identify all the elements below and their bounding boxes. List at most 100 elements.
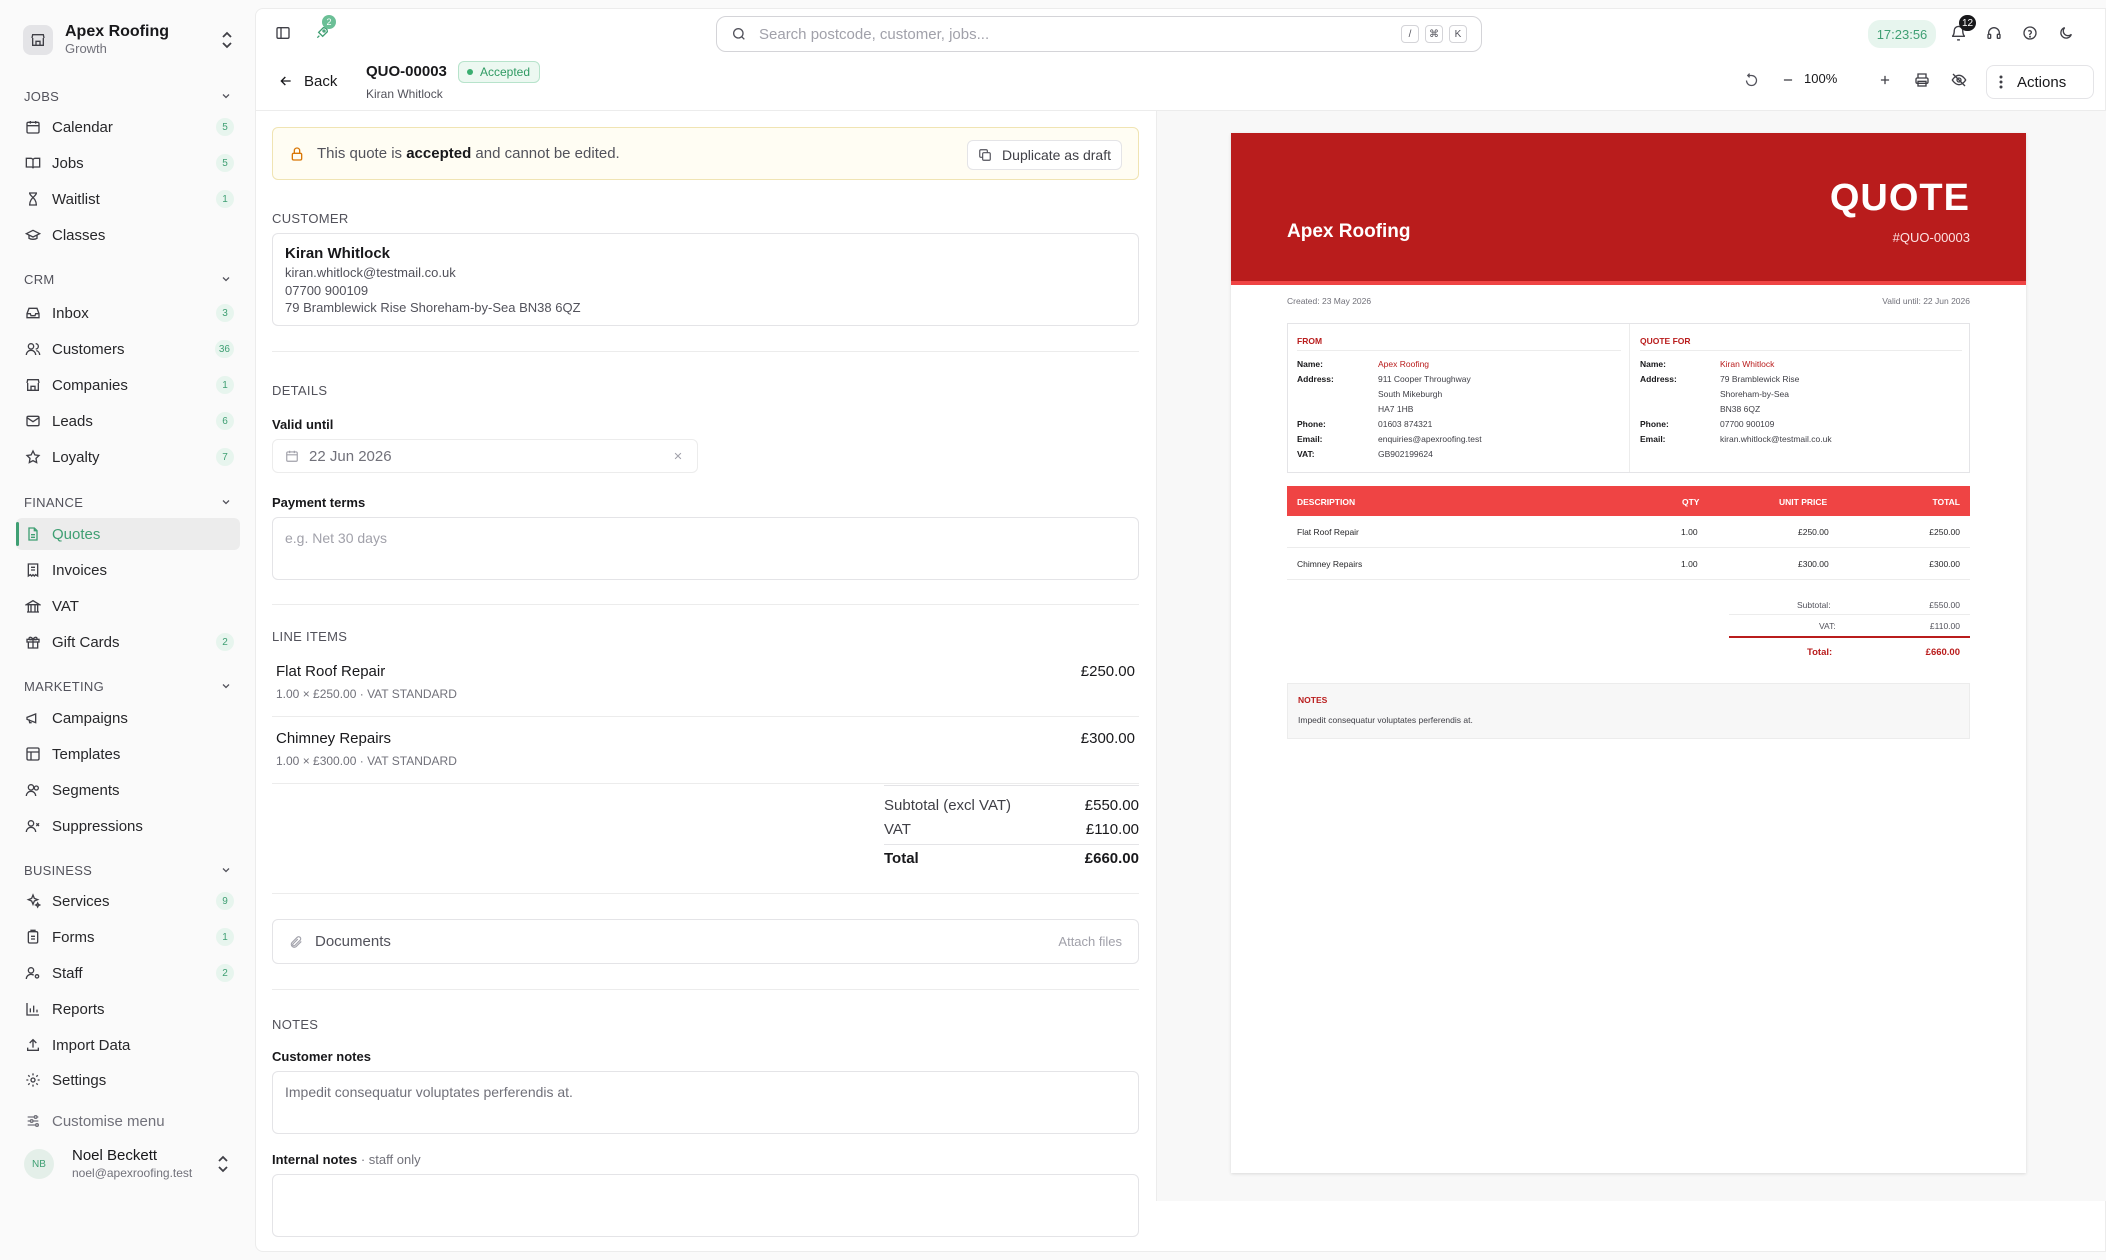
attach-files-link[interactable]: Attach files xyxy=(1058,934,1122,949)
rocket-icon[interactable]: 2 xyxy=(311,15,336,44)
sidebar-item-loyalty[interactable]: Loyalty 7 xyxy=(16,441,240,473)
customer-card[interactable]: Kiran Whitlock kiran.whitlock@testmail.c… xyxy=(272,233,1139,326)
customer-notes-input[interactable]: Impedit consequatur voluptates perferend… xyxy=(272,1071,1139,1134)
kbd-cmd: ⌘ xyxy=(1425,25,1443,43)
count-badge: 9 xyxy=(216,892,234,910)
sidebar-item-suppressions[interactable]: Suppressions xyxy=(16,810,240,842)
count-badge: 7 xyxy=(216,448,234,466)
doc-subtotal-value: £550.00 xyxy=(1929,600,1960,610)
clear-icon[interactable] xyxy=(673,451,683,461)
nav-section-business[interactable]: BUSINESS xyxy=(24,860,232,880)
sidebar-item-classes[interactable]: Classes xyxy=(16,219,240,251)
actions-button[interactable]: Actions xyxy=(1986,65,2094,99)
sidebar-item-templates[interactable]: Templates xyxy=(16,738,240,770)
status-dot xyxy=(467,69,473,75)
landmark-icon xyxy=(24,597,42,615)
sidebar-item-leads[interactable]: Leads 6 xyxy=(16,405,240,437)
subtotal-row: Subtotal (excl VAT) £550.00 xyxy=(884,797,1139,814)
count-badge: 1 xyxy=(216,190,234,208)
divider xyxy=(272,989,1139,990)
back-button[interactable]: Back xyxy=(278,67,337,95)
valid-until-field[interactable]: 22 Jun 2026 xyxy=(272,439,698,473)
doc-notes-title: NOTES xyxy=(1298,695,1328,705)
eye-off-icon[interactable] xyxy=(1948,69,1970,91)
doc-to-name: Name: Kiran Whitlock xyxy=(1640,359,1775,369)
sidebar-item-customers[interactable]: Customers 36 xyxy=(16,333,240,365)
banner-suffix: and cannot be edited. xyxy=(471,145,620,162)
internal-notes-input[interactable] xyxy=(272,1174,1139,1237)
sidebar-item-campaigns[interactable]: Campaigns xyxy=(16,702,240,734)
nav-section-jobs[interactable]: JOBS xyxy=(24,86,232,106)
sidebar-item-invoices[interactable]: Invoices xyxy=(16,554,240,586)
doc-from-title: FROM xyxy=(1297,336,1323,346)
duplicate-as-draft-button[interactable]: Duplicate as draft xyxy=(967,140,1122,170)
divider xyxy=(272,893,1139,894)
count-badge: 1 xyxy=(216,928,234,946)
store-icon xyxy=(24,376,42,394)
calendar-icon xyxy=(24,118,42,136)
divider xyxy=(1729,614,1970,615)
sidebar-item-label: Forms xyxy=(52,928,95,946)
user-group-icon xyxy=(24,781,42,799)
line-item[interactable]: Flat Roof Repair 1.00 × £250.00 · VAT ST… xyxy=(272,651,1139,717)
sidebar-item-services[interactable]: Services 9 xyxy=(16,885,240,917)
nav-section-crm[interactable]: CRM xyxy=(24,269,232,289)
nav-section-marketing[interactable]: MARKETING xyxy=(24,676,232,696)
sidebar-item-calendar[interactable]: Calendar 5 xyxy=(16,111,240,143)
count-badge: 5 xyxy=(216,154,234,172)
rotate-icon[interactable] xyxy=(1740,69,1762,91)
sidebar-item-companies[interactable]: Companies 1 xyxy=(16,369,240,401)
sidebar-item-forms[interactable]: Forms 1 xyxy=(16,921,240,953)
vat-value: £110.00 xyxy=(1085,821,1139,838)
sidebar-toggle-icon[interactable] xyxy=(272,22,294,44)
calendar-icon xyxy=(286,450,298,462)
total-row: Total £660.00 xyxy=(884,850,1139,867)
sidebar-item-waitlist[interactable]: Waitlist 1 xyxy=(16,183,240,215)
headset-icon[interactable] xyxy=(1983,22,2005,44)
sidebar-item-vat[interactable]: VAT xyxy=(16,590,240,622)
printer-icon[interactable] xyxy=(1911,69,1933,91)
vat-row: VAT £110.00 xyxy=(884,821,1139,838)
documents-dropzone[interactable]: Documents Attach files xyxy=(272,919,1139,964)
sidebar-item-reports[interactable]: Reports xyxy=(16,993,240,1025)
sidebar-item-segments[interactable]: Segments xyxy=(16,774,240,806)
search-input[interactable]: Search postcode, customer, jobs... / ⌘ K xyxy=(716,16,1482,52)
sidebar-item-label: Campaigns xyxy=(52,709,128,727)
moon-icon[interactable] xyxy=(2055,22,2077,44)
sidebar-item-settings[interactable]: Settings xyxy=(16,1064,240,1096)
sidebar-item-label: Import Data xyxy=(52,1036,131,1054)
sidebar-item-import-data[interactable]: Import Data xyxy=(16,1029,240,1061)
sidebar-item-label: Gift Cards xyxy=(52,633,120,651)
nav-section-title: BUSINESS xyxy=(24,862,93,878)
divider xyxy=(1640,350,1962,351)
doc-from-address: South Mikeburgh xyxy=(1378,389,1443,399)
line-item[interactable]: Chimney Repairs 1.00 × £300.00 · VAT STA… xyxy=(272,718,1139,784)
kbd-slash: / xyxy=(1401,25,1419,43)
sidebar-item-label: Classes xyxy=(52,226,106,244)
sidebar-item-staff[interactable]: Staff 2 xyxy=(16,957,240,989)
divider xyxy=(272,351,1139,352)
valid-until-label: Valid until xyxy=(272,417,334,432)
zoom-out-icon[interactable] xyxy=(1777,69,1799,91)
doc-to-address: BN38 6QZ xyxy=(1720,404,1761,414)
user-menu[interactable]: NB Noel Beckett noel@apexroofing.test xyxy=(16,1142,240,1186)
zoom-in-icon[interactable] xyxy=(1874,69,1896,91)
sidebar-item-label: Quotes xyxy=(52,525,101,543)
actions-label: Actions xyxy=(2017,73,2067,91)
doc-from-email: Email: enquiries@apexroofing.test xyxy=(1297,434,1482,444)
total-rule xyxy=(1729,636,1970,638)
paperclip-icon xyxy=(290,935,302,948)
sidebar-item-inbox[interactable]: Inbox 3 xyxy=(16,297,240,329)
nav-section-title: FINANCE xyxy=(24,494,84,510)
nav-section-finance[interactable]: FINANCE xyxy=(24,492,232,512)
customise-menu-button[interactable]: Customise menu xyxy=(16,1105,240,1137)
payment-terms-input[interactable]: e.g. Net 30 days xyxy=(272,517,1139,580)
sidebar-item-gift-cards[interactable]: Gift Cards 2 xyxy=(16,626,240,658)
sidebar-item-quotes[interactable]: Quotes xyxy=(16,518,240,550)
sidebar-item-jobs[interactable]: Jobs 5 xyxy=(16,147,240,179)
sidebar-item-label: Reports xyxy=(52,1000,105,1018)
org-switcher[interactable]: Apex Roofing Growth xyxy=(14,18,244,62)
doc-company-name: Apex Roofing xyxy=(1287,221,1411,242)
help-icon[interactable] xyxy=(2019,22,2041,44)
copy-icon xyxy=(979,149,991,161)
